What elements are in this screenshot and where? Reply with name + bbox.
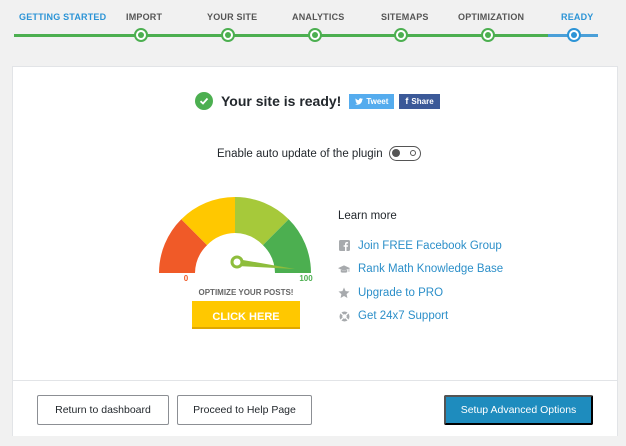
return-dashboard-button[interactable]: Return to dashboard (37, 395, 169, 425)
setup-steps: GETTING STARTED IMPORT YOUR SITE ANALYTI… (0, 0, 626, 50)
learn-link-facebook-group[interactable]: Join FREE Facebook Group (338, 234, 503, 258)
facebook-icon: f (405, 96, 409, 106)
card-footer: Return to dashboard Proceed to Help Page… (13, 380, 617, 436)
step-dot-your-site[interactable] (221, 28, 235, 42)
learn-link-knowledge-base[interactable]: Rank Math Knowledge Base (338, 258, 503, 282)
setup-advanced-button[interactable]: Setup Advanced Options (444, 395, 593, 425)
step-dot-import[interactable] (134, 28, 148, 42)
step-dot-sitemaps[interactable] (394, 28, 408, 42)
gauge-max-label: 100 (299, 274, 313, 283)
toggle-knob (391, 149, 400, 157)
step-dot-ready[interactable] (567, 28, 581, 42)
graduation-cap-icon (338, 263, 350, 275)
auto-update-label: Enable auto update of the plugin (217, 147, 383, 160)
step-sitemaps[interactable]: SITEMAPS (381, 12, 429, 22)
ready-header: Your site is ready! Tweet f Share (195, 91, 440, 111)
step-dot-analytics[interactable] (308, 28, 322, 42)
star-icon (338, 287, 350, 299)
step-dot-optimization[interactable] (481, 28, 495, 42)
help-page-button[interactable]: Proceed to Help Page (177, 395, 312, 425)
progress-line-complete (14, 34, 562, 37)
toggle-off-indicator (409, 150, 416, 156)
share-label: Share (411, 96, 434, 106)
facebook-share-button[interactable]: f Share (399, 93, 440, 109)
auto-update-toggle[interactable] (388, 146, 421, 161)
tweet-label: Tweet (366, 96, 389, 106)
tweet-button[interactable]: Tweet (349, 93, 395, 109)
step-your-site[interactable]: YOUR SITE (207, 12, 257, 22)
step-ready[interactable]: READY (561, 12, 594, 22)
step-optimization[interactable]: OPTIMIZATION (458, 12, 524, 22)
support-link[interactable]: Get 24x7 Support (358, 310, 448, 322)
optimize-gauge-banner[interactable]: 0 100 OPTIMIZE YOUR POSTS! CLICK HERE (155, 195, 315, 335)
step-import[interactable]: IMPORT (126, 12, 162, 22)
upgrade-pro-link[interactable]: Upgrade to PRO (358, 287, 443, 299)
twitter-icon (355, 97, 364, 105)
facebook-group-link[interactable]: Join FREE Facebook Group (358, 240, 502, 252)
learn-link-upgrade[interactable]: Upgrade to PRO (338, 281, 503, 305)
step-analytics[interactable]: ANALYTICS (292, 12, 344, 22)
click-here-label: CLICK HERE (212, 311, 279, 323)
gauge-needle-hub (230, 255, 244, 269)
learn-more-title: Learn more (338, 210, 397, 222)
check-circle-icon (195, 92, 213, 110)
gauge-caption: OPTIMIZE YOUR POSTS! (199, 288, 294, 297)
page-title: Your site is ready! (221, 93, 342, 109)
ready-card: Your site is ready! Tweet f Share Enable… (12, 66, 618, 436)
knowledge-base-link[interactable]: Rank Math Knowledge Base (358, 263, 503, 275)
gauge-min-label: 0 (184, 274, 189, 283)
facebook-icon (338, 240, 350, 252)
learn-more-panel: Learn more Join FREE Facebook Group Rank… (338, 210, 503, 328)
lifebuoy-icon (338, 310, 350, 322)
step-getting-started[interactable]: GETTING STARTED (19, 12, 106, 22)
learn-link-support[interactable]: Get 24x7 Support (338, 305, 503, 329)
auto-update-row: Enable auto update of the plugin (217, 146, 421, 161)
